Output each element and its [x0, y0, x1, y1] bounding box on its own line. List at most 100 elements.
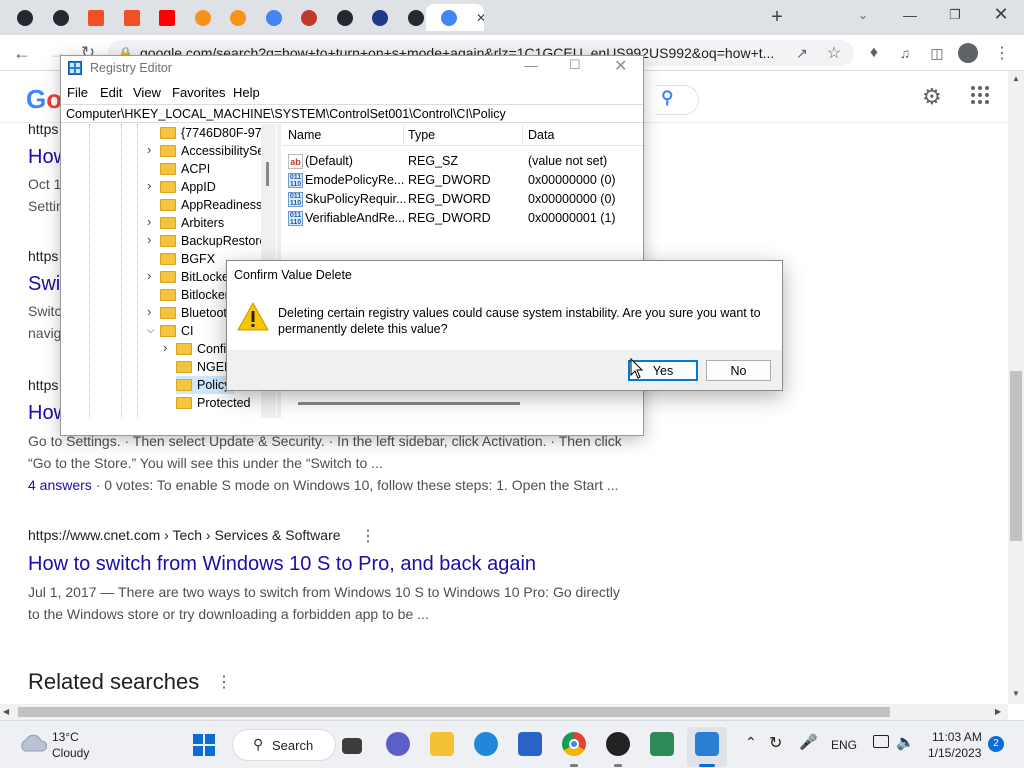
microsoft-store-icon[interactable] [518, 732, 542, 756]
registry-tree-key[interactable]: BackupRestore [160, 232, 266, 250]
registry-tree-key[interactable]: AppID [160, 178, 216, 196]
registry-tree-key[interactable]: AppReadiness [160, 196, 262, 214]
menu-view[interactable]: View [133, 85, 161, 100]
sheets-app-icon[interactable] [650, 732, 674, 756]
browser-tab[interactable]: Do [2, 4, 36, 31]
windows-start-icon[interactable] [193, 734, 215, 756]
google-apps-grid-icon[interactable] [970, 85, 990, 105]
volume-speaker-icon[interactable]: 🔈 [896, 733, 915, 751]
scroll-down-arrow-icon[interactable]: ▼ [1012, 689, 1020, 698]
address-path-bar[interactable]: Computer\HKEY_LOCAL_MACHINE\SYSTEM\Contr… [61, 104, 643, 123]
browser-tab[interactable]: E2C [215, 4, 249, 31]
media-controls-icon[interactable]: ♫ [895, 43, 915, 63]
chrome-icon[interactable] [562, 732, 586, 756]
registry-tree-key[interactable]: BGFX [160, 250, 215, 268]
tree-expand-chevron-icon[interactable]: › [147, 268, 151, 283]
registry-tree-key[interactable]: Confi [176, 340, 226, 358]
bookmark-star-icon[interactable]: ☆ [824, 43, 844, 63]
browser-tab[interactable]: Ap [322, 4, 356, 31]
input-language[interactable]: ENG [831, 738, 857, 752]
close-window-button[interactable]: ✕ [991, 4, 1011, 24]
vertical-scroll-thumb[interactable] [1010, 371, 1022, 541]
back-arrow-icon[interactable]: ← [12, 43, 32, 63]
result-4-more-kebab-icon[interactable]: ⋮ [360, 526, 376, 546]
registry-value-row[interactable]: ab (Default) REG_SZ (value not set) [282, 152, 643, 170]
sync-status-icon[interactable]: ↻ [769, 733, 782, 753]
no-button[interactable]: No [706, 360, 771, 381]
profile-avatar-icon[interactable] [958, 43, 978, 63]
registry-tree-key[interactable]: Bitlocker [160, 286, 229, 304]
clock-time[interactable]: 11:03 AM [932, 730, 982, 744]
registry-tree-key[interactable]: {7746D80F-97E [160, 124, 270, 142]
result-4-title[interactable]: How to switch from Windows 10 S to Pro, … [28, 553, 536, 576]
menu-help[interactable]: Help [233, 85, 260, 100]
registry-value-row[interactable]: 011 110 EmodePolicyRe... REG_DWORD 0x0000000… [282, 171, 643, 189]
settings-gear-icon[interactable]: ⚙ [922, 84, 942, 110]
task-view-icon[interactable] [342, 738, 362, 754]
notification-count-badge[interactable]: 2 [988, 736, 1004, 752]
tree-expand-chevron-icon[interactable]: › [147, 214, 151, 229]
weather-description[interactable]: Cloudy [52, 746, 89, 760]
obs-studio-icon[interactable] [606, 732, 630, 756]
network-icon[interactable] [873, 735, 889, 748]
answers-link[interactable]: 4 answers [28, 477, 92, 493]
weather-temperature[interactable]: 13°C [52, 730, 79, 744]
tree-expand-chevron-icon[interactable]: › [147, 304, 151, 319]
tab-search-chevron-icon[interactable]: ⌄ [853, 5, 873, 25]
browser-tab[interactable]: Dis [73, 4, 107, 31]
registry-tree-key[interactable]: Bluetoot [160, 304, 227, 322]
new-tab-button[interactable]: + [767, 6, 787, 28]
regedit-maximize-button[interactable]: ☐ [569, 57, 581, 73]
teams-chat-icon[interactable] [386, 732, 410, 756]
browser-tab[interactable]: Sav [109, 4, 143, 31]
scroll-up-arrow-icon[interactable]: ▲ [1012, 74, 1020, 83]
browser-tab[interactable]: no [251, 4, 285, 31]
regedit-taskbar-icon[interactable] [695, 732, 719, 756]
browser-tab[interactable]: Do [357, 4, 391, 31]
microphone-icon[interactable]: 🎤 [799, 733, 818, 751]
registry-tree-key[interactable]: ACPI [160, 160, 210, 178]
registry-value-row[interactable]: 011 110 SkuPolicyRequir... REG_DWORD 0x00000… [282, 190, 643, 208]
show-hidden-icons-chevron-icon[interactable]: ⌃ [745, 734, 757, 751]
menu-file[interactable]: File [67, 85, 88, 100]
tree-expand-chevron-icon[interactable]: › [163, 340, 167, 355]
google-logo[interactable]: Go [26, 84, 62, 115]
registry-tree-key[interactable]: NGEN [176, 358, 233, 376]
menu-favorites[interactable]: Favorites [172, 85, 225, 100]
search-icon[interactable]: ⚲ [661, 88, 673, 108]
horizontal-scroll-thumb[interactable] [18, 707, 890, 717]
file-explorer-icon[interactable] [430, 732, 454, 756]
tree-scroll-thumb[interactable] [266, 162, 269, 186]
scroll-left-arrow-icon[interactable]: ◀ [3, 707, 9, 716]
browser-tab[interactable]: Do [286, 4, 320, 31]
browser-tab[interactable]: CSS [144, 4, 178, 31]
registry-tree-key[interactable]: Protected [176, 394, 251, 412]
browser-tab[interactable]: Ap [393, 4, 427, 31]
browser-tab[interactable]: ✕ [426, 4, 484, 31]
scroll-right-arrow-icon[interactable]: ▶ [995, 707, 1001, 716]
browser-tab[interactable]: E2C [180, 4, 214, 31]
tree-collapse-chevron-icon[interactable]: ⌵ [147, 325, 155, 336]
column-divider[interactable] [522, 126, 523, 144]
browser-tab[interactable]: We [38, 4, 72, 31]
side-panel-icon[interactable]: ◫ [927, 43, 947, 63]
cloudy-weather-icon[interactable] [18, 733, 48, 753]
column-divider[interactable] [403, 126, 404, 144]
registry-value-row[interactable]: 011 110 VerifiableAndRe... REG_DWORD 0x00000… [282, 209, 643, 227]
close-tab-icon[interactable]: ✕ [476, 11, 484, 25]
page-vertical-scrollbar[interactable]: ▲ ▼ [1008, 71, 1024, 704]
registry-tree-key[interactable]: AccessibilitySe [160, 142, 264, 160]
tree-expand-chevron-icon[interactable]: › [147, 178, 151, 193]
column-data-header[interactable]: Data [528, 128, 554, 142]
clock-date[interactable]: 1/15/2023 [928, 746, 981, 760]
extensions-puzzle-icon[interactable]: ♦ [864, 43, 884, 63]
edge-browser-icon[interactable] [474, 732, 498, 756]
registry-tree-key[interactable]: Arbiters [160, 214, 224, 232]
restore-window-button[interactable]: ❐ [945, 5, 965, 25]
tree-expand-chevron-icon[interactable]: › [147, 232, 151, 247]
values-horizontal-scroll-thumb[interactable] [298, 402, 520, 405]
menu-edit[interactable]: Edit [100, 85, 122, 100]
page-horizontal-scrollbar[interactable]: ◀ ▶ [0, 704, 1008, 720]
column-type-header[interactable]: Type [408, 128, 435, 142]
column-name-header[interactable]: Name [288, 128, 321, 142]
